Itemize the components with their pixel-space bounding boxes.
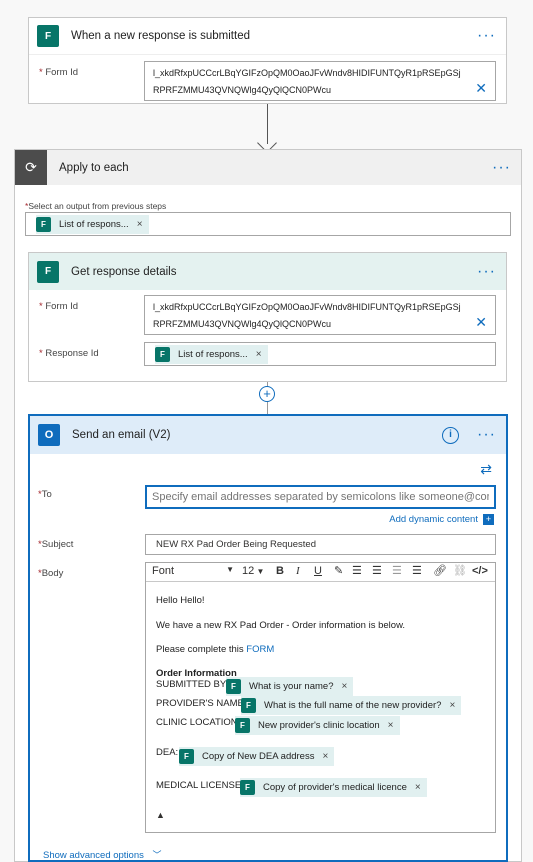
- chevron-down-icon: ﹀: [152, 850, 162, 860]
- switch-icon[interactable]: ⇄: [480, 461, 492, 478]
- subject-label: *Subject: [38, 539, 74, 550]
- add-dynamic-content[interactable]: Add dynamic content +: [389, 514, 494, 525]
- trigger-header[interactable]: F When a new response is submitted ···: [29, 18, 506, 55]
- details-title: Get response details: [71, 265, 177, 278]
- indent-icon[interactable]: ☰: [412, 564, 422, 577]
- show-advanced-options[interactable]: Show advanced options ﹀: [43, 848, 162, 861]
- forms-icon: F: [37, 25, 59, 47]
- code-view-icon[interactable]: </>: [472, 565, 488, 577]
- email-card: O Send an email (V2) i ··· ⇄ *To Add dyn…: [28, 414, 508, 862]
- body-editor[interactable]: Font ▼ 12 ▼ B I U ✎ ☰ ☰ ☰ ☰ 🔗︎ ⛓︎ </> Hel…: [145, 562, 496, 833]
- link-icon[interactable]: 🔗︎: [433, 564, 447, 577]
- remove-icon[interactable]: ×: [449, 700, 455, 711]
- details-header[interactable]: F Get response details ···: [29, 253, 506, 290]
- to-field[interactable]: [145, 485, 496, 509]
- submitted-label: SUBMITTED BY:: [156, 679, 229, 690]
- forms-icon: F: [36, 217, 51, 232]
- more-options-icon[interactable]: ···: [477, 263, 496, 281]
- info-icon[interactable]: i: [442, 426, 460, 444]
- form-link[interactable]: FORM: [246, 644, 274, 655]
- response-id-label: * Response Id: [39, 348, 99, 359]
- outlook-icon: O: [38, 424, 60, 446]
- font-select[interactable]: Font ▼: [152, 565, 234, 577]
- forms-icon: F: [226, 679, 241, 694]
- submitted-token[interactable]: F What is your name? ×: [226, 677, 354, 696]
- form-id-label: * Form Id: [39, 301, 79, 312]
- color-icon[interactable]: ✎: [334, 564, 343, 577]
- form-id-value: l_xkdRfxpUCCcrLBqYGIFzOpQM0OaoJFvWndv8HI…: [153, 68, 461, 95]
- license-label: MEDICAL LICENSE:: [156, 780, 244, 791]
- more-options-icon[interactable]: ···: [477, 426, 496, 444]
- body-greeting: Hello Hello!: [156, 595, 205, 606]
- body-label: *Body: [38, 568, 64, 579]
- apply-title: Apply to each: [59, 161, 129, 174]
- select-output-field[interactable]: F List of respons... ×: [25, 212, 511, 236]
- forms-icon: F: [179, 749, 194, 764]
- email-title: Send an email (V2): [72, 429, 171, 441]
- remove-icon[interactable]: ×: [388, 720, 394, 731]
- subject-field[interactable]: NEW RX Pad Order Being Requested: [145, 534, 496, 555]
- forms-icon: F: [240, 780, 255, 795]
- body-heading: Order Information: [156, 668, 237, 679]
- clinic-token[interactable]: F New provider's clinic location ×: [235, 716, 400, 735]
- response-id-field[interactable]: F List of respons... ×: [144, 342, 496, 366]
- bullet-list-icon[interactable]: ☰: [352, 564, 362, 577]
- forms-icon: F: [235, 718, 250, 733]
- add-step-icon[interactable]: +: [259, 386, 275, 402]
- form-id-label: * Form Id: [39, 67, 79, 78]
- add-dynamic-icon: +: [483, 514, 494, 525]
- form-id-field[interactable]: l_xkdRfxpUCCcrLBqYGIFzOpQM0OaoJFvWndv8HI…: [144, 61, 496, 101]
- form-id-value: l_xkdRfxpUCCcrLBqYGIFzOpQM0OaoJFvWndv8HI…: [153, 302, 461, 329]
- remove-icon[interactable]: ×: [137, 219, 143, 230]
- email-header[interactable]: O Send an email (V2) i ···: [30, 416, 506, 454]
- dea-label: DEA:: [156, 747, 179, 758]
- to-label: *To: [38, 489, 52, 500]
- unlink-icon[interactable]: ⛓︎: [453, 564, 467, 577]
- body-line2: Please complete this FORM: [156, 644, 275, 655]
- list-responses-token[interactable]: F List of respons... ×: [36, 215, 149, 234]
- collapse-triangle-icon[interactable]: ▲: [156, 810, 165, 820]
- editor-toolbar: Font ▼ 12 ▼ B I U ✎ ☰ ☰ ☰ ☰ 🔗︎ ⛓︎ </>: [146, 563, 495, 582]
- form-id-field[interactable]: l_xkdRfxpUCCcrLBqYGIFzOpQM0OaoJFvWndv8HI…: [144, 295, 496, 335]
- remove-icon[interactable]: ×: [341, 681, 347, 692]
- dea-token[interactable]: F Copy of New DEA address ×: [179, 747, 335, 766]
- license-token[interactable]: F Copy of provider's medical licence ×: [240, 778, 427, 797]
- select-output-label: *Select an output from previous steps: [25, 201, 167, 211]
- forms-icon: F: [241, 698, 256, 713]
- underline-icon[interactable]: U: [314, 565, 322, 577]
- remove-icon[interactable]: ×: [256, 349, 262, 360]
- provider-token[interactable]: F What is the full name of the new provi…: [241, 696, 462, 715]
- trigger-title: When a new response is submitted: [71, 30, 250, 42]
- details-card: F Get response details ··· * Form Id l_x…: [28, 252, 507, 382]
- forms-icon: F: [37, 260, 59, 283]
- more-options-icon[interactable]: ···: [492, 159, 511, 177]
- font-size-select[interactable]: 12 ▼: [242, 565, 264, 577]
- chevron-down-icon: ▼: [226, 565, 234, 574]
- remove-icon[interactable]: ×: [322, 751, 328, 762]
- bold-icon[interactable]: B: [276, 565, 284, 577]
- forms-icon: F: [155, 347, 170, 362]
- more-options-icon[interactable]: ···: [477, 27, 496, 45]
- trigger-card: F When a new response is submitted ··· *…: [28, 17, 507, 104]
- outdent-icon[interactable]: ☰: [392, 564, 402, 577]
- remove-icon[interactable]: ×: [415, 782, 421, 793]
- loop-icon: ⟳: [15, 150, 47, 185]
- apply-header[interactable]: ⟳ Apply to each ···: [15, 150, 521, 185]
- clear-icon[interactable]: ✕: [475, 314, 487, 331]
- provider-label: PROVIDER'S NAME:: [156, 698, 247, 709]
- clear-icon[interactable]: ✕: [475, 80, 487, 97]
- clinic-label: CLINIC LOCATION:: [156, 717, 241, 728]
- italic-icon[interactable]: I: [296, 565, 300, 577]
- body-line1: We have a new RX Pad Order - Order infor…: [156, 620, 406, 631]
- to-input[interactable]: [147, 487, 494, 507]
- subject-value: NEW RX Pad Order Being Requested: [156, 539, 316, 550]
- chevron-down-icon: ▼: [254, 567, 265, 576]
- numbered-list-icon[interactable]: ☰: [372, 564, 382, 577]
- list-responses-token[interactable]: F List of respons... ×: [155, 345, 268, 364]
